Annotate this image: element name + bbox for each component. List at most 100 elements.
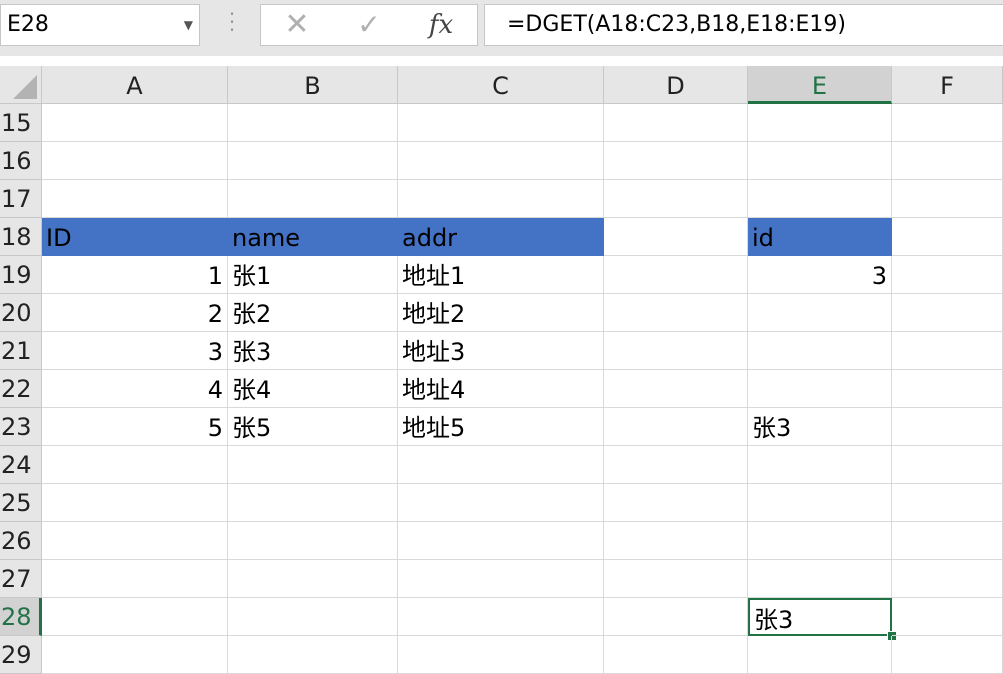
cell-a23[interactable]: 5 bbox=[42, 408, 228, 446]
cell-a22[interactable]: 4 bbox=[42, 370, 228, 408]
cell-b18[interactable]: name bbox=[228, 218, 398, 256]
cell-e20[interactable] bbox=[748, 294, 892, 332]
cell-c19[interactable]: 地址1 bbox=[398, 256, 604, 294]
cell-b29[interactable] bbox=[228, 636, 398, 674]
row-header-27[interactable]: 27 bbox=[0, 560, 42, 598]
row-header-19[interactable]: 19 bbox=[0, 256, 42, 294]
column-header-f[interactable]: F bbox=[892, 66, 1003, 104]
cell-f19[interactable] bbox=[892, 256, 1003, 294]
row-header-18[interactable]: 18 bbox=[0, 218, 42, 256]
cell-c18[interactable]: addr bbox=[398, 218, 604, 256]
cell-f23[interactable] bbox=[892, 408, 1003, 446]
select-all-button[interactable] bbox=[0, 66, 42, 104]
cell-c25[interactable] bbox=[398, 484, 604, 522]
row-header-28[interactable]: 28 bbox=[0, 598, 42, 636]
row-header-21[interactable]: 21 bbox=[0, 332, 42, 370]
cell-f28[interactable] bbox=[892, 598, 1003, 636]
cell-d22[interactable] bbox=[604, 370, 748, 408]
cell-d18[interactable] bbox=[604, 218, 748, 256]
cell-d17[interactable] bbox=[604, 180, 748, 218]
cell-f20[interactable] bbox=[892, 294, 1003, 332]
cell-a17[interactable] bbox=[42, 180, 228, 218]
row-header-24[interactable]: 24 bbox=[0, 446, 42, 484]
cell-d20[interactable] bbox=[604, 294, 748, 332]
cell-e23[interactable]: 张3 bbox=[748, 408, 892, 446]
cell-e28[interactable]: 张3 bbox=[748, 598, 892, 636]
cell-f18[interactable] bbox=[892, 218, 1003, 256]
cell-c29[interactable] bbox=[398, 636, 604, 674]
cell-c28[interactable] bbox=[398, 598, 604, 636]
cell-a27[interactable] bbox=[42, 560, 228, 598]
cell-b27[interactable] bbox=[228, 560, 398, 598]
cell-f25[interactable] bbox=[892, 484, 1003, 522]
cancel-formula-button[interactable]: ✕ bbox=[279, 5, 315, 45]
cell-d29[interactable] bbox=[604, 636, 748, 674]
cell-c23[interactable]: 地址5 bbox=[398, 408, 604, 446]
cell-d26[interactable] bbox=[604, 522, 748, 560]
drag-handle-icon[interactable]: · · · bbox=[226, 4, 238, 40]
cell-f22[interactable] bbox=[892, 370, 1003, 408]
cell-f17[interactable] bbox=[892, 180, 1003, 218]
cell-c26[interactable] bbox=[398, 522, 604, 560]
row-header-16[interactable]: 16 bbox=[0, 142, 42, 180]
cell-b25[interactable] bbox=[228, 484, 398, 522]
cell-a26[interactable] bbox=[42, 522, 228, 560]
column-header-c[interactable]: C bbox=[398, 66, 604, 104]
cell-c15[interactable] bbox=[398, 104, 604, 142]
cell-a20[interactable]: 2 bbox=[42, 294, 228, 332]
cell-e29[interactable] bbox=[748, 636, 892, 674]
cell-e15[interactable] bbox=[748, 104, 892, 142]
cell-d27[interactable] bbox=[604, 560, 748, 598]
cell-b24[interactable] bbox=[228, 446, 398, 484]
cell-e17[interactable] bbox=[748, 180, 892, 218]
cell-e16[interactable] bbox=[748, 142, 892, 180]
column-header-a[interactable]: A bbox=[42, 66, 228, 104]
row-header-20[interactable]: 20 bbox=[0, 294, 42, 332]
cell-b26[interactable] bbox=[228, 522, 398, 560]
cell-c27[interactable] bbox=[398, 560, 604, 598]
cell-b21[interactable]: 张3 bbox=[228, 332, 398, 370]
cell-b22[interactable]: 张4 bbox=[228, 370, 398, 408]
cell-a24[interactable] bbox=[42, 446, 228, 484]
row-header-15[interactable]: 15 bbox=[0, 104, 42, 142]
cell-e26[interactable] bbox=[748, 522, 892, 560]
cell-d25[interactable] bbox=[604, 484, 748, 522]
cell-a29[interactable] bbox=[42, 636, 228, 674]
cell-e22[interactable] bbox=[748, 370, 892, 408]
cell-f26[interactable] bbox=[892, 522, 1003, 560]
chevron-down-icon[interactable]: ▼ bbox=[184, 5, 193, 45]
enter-formula-button[interactable]: ✓ bbox=[351, 5, 387, 45]
row-header-26[interactable]: 26 bbox=[0, 522, 42, 560]
cell-f27[interactable] bbox=[892, 560, 1003, 598]
row-header-29[interactable]: 29 bbox=[0, 636, 42, 674]
cell-f21[interactable] bbox=[892, 332, 1003, 370]
cell-a28[interactable] bbox=[42, 598, 228, 636]
cell-b19[interactable]: 张1 bbox=[228, 256, 398, 294]
cell-d15[interactable] bbox=[604, 104, 748, 142]
cell-b17[interactable] bbox=[228, 180, 398, 218]
cell-f15[interactable] bbox=[892, 104, 1003, 142]
cell-d16[interactable] bbox=[604, 142, 748, 180]
cell-f29[interactable] bbox=[892, 636, 1003, 674]
cell-c21[interactable]: 地址3 bbox=[398, 332, 604, 370]
name-box[interactable]: E28 ▼ bbox=[0, 4, 200, 46]
row-header-23[interactable]: 23 bbox=[0, 408, 42, 446]
cell-d19[interactable] bbox=[604, 256, 748, 294]
cell-b28[interactable] bbox=[228, 598, 398, 636]
cell-a19[interactable]: 1 bbox=[42, 256, 228, 294]
row-header-17[interactable]: 17 bbox=[0, 180, 42, 218]
formula-input[interactable]: =DGET(A18:C23,B18,E18:E19) bbox=[484, 4, 1003, 46]
row-header-25[interactable]: 25 bbox=[0, 484, 42, 522]
cell-d23[interactable] bbox=[604, 408, 748, 446]
cell-a15[interactable] bbox=[42, 104, 228, 142]
cell-c20[interactable]: 地址2 bbox=[398, 294, 604, 332]
insert-function-button[interactable]: fx bbox=[421, 5, 461, 45]
cell-e19[interactable]: 3 bbox=[748, 256, 892, 294]
cell-a25[interactable] bbox=[42, 484, 228, 522]
cell-a21[interactable]: 3 bbox=[42, 332, 228, 370]
cell-b23[interactable]: 张5 bbox=[228, 408, 398, 446]
cell-b20[interactable]: 张2 bbox=[228, 294, 398, 332]
cell-e21[interactable] bbox=[748, 332, 892, 370]
cell-f16[interactable] bbox=[892, 142, 1003, 180]
column-header-e[interactable]: E bbox=[748, 66, 892, 104]
